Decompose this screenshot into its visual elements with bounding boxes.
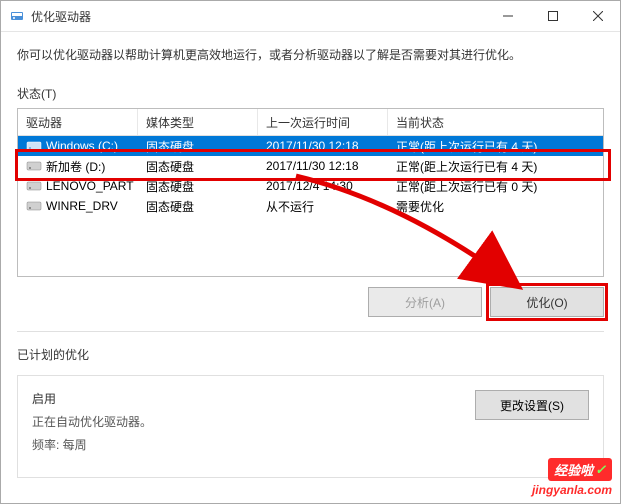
drive-status: 正常(距上次运行已有 4 天) — [388, 158, 603, 175]
drive-name: WINRE_DRV — [46, 199, 118, 213]
drive-status: 需要优化 — [388, 198, 603, 215]
drives-table-header: 驱动器 媒体类型 上一次运行时间 当前状态 — [17, 108, 604, 136]
content-area: 你可以优化驱动器以帮助计算机更高效地运行，或者分析驱动器以了解是否需要对其进行优… — [1, 32, 620, 503]
check-icon: ✓ — [595, 462, 606, 478]
drive-icon — [26, 140, 42, 152]
drive-media: 固态硬盘 — [138, 158, 258, 175]
app-icon — [9, 8, 25, 24]
drive-name: Windows (C:) — [46, 139, 118, 153]
change-settings-button[interactable]: 更改设置(S) — [475, 390, 589, 420]
col-last-run[interactable]: 上一次运行时间 — [258, 109, 388, 135]
drive-last: 从不运行 — [258, 198, 388, 215]
table-row[interactable]: WINRE_DRV 固态硬盘 从不运行 需要优化 — [18, 196, 603, 216]
scheduled-box: 启用 正在自动优化驱动器。 频率: 每周 更改设置(S) — [17, 375, 604, 478]
drive-status: 正常(距上次运行已有 4 天) — [388, 138, 603, 155]
maximize-button[interactable] — [530, 1, 575, 31]
watermark: 经验啦 ✓ jingyanla.com — [532, 458, 612, 497]
analyze-button: 分析(A) — [368, 287, 482, 317]
window-title: 优化驱动器 — [31, 8, 485, 25]
scheduled-freq: 频率: 每周 — [32, 436, 589, 453]
col-current[interactable]: 当前状态 — [388, 109, 603, 135]
col-media[interactable]: 媒体类型 — [138, 109, 258, 135]
drive-last: 2017/11/30 12:18 — [258, 159, 388, 173]
drive-last: 2017/11/30 12:18 — [258, 139, 388, 153]
drive-name: 新加卷 (D:) — [46, 158, 105, 175]
drive-icon — [26, 200, 42, 212]
action-buttons: 分析(A) 优化(O) — [17, 277, 604, 332]
optimize-button[interactable]: 优化(O) — [490, 287, 604, 317]
drive-status: 正常(距上次运行已有 0 天) — [388, 178, 603, 195]
drive-media: 固态硬盘 — [138, 138, 258, 155]
optimize-drives-window: 优化驱动器 你可以优化驱动器以帮助计算机更高效地运行，或者分析驱动器以了解是否需… — [0, 0, 621, 504]
watermark-url: jingyanla.com — [532, 483, 612, 497]
col-drive[interactable]: 驱动器 — [18, 109, 138, 135]
status-label: 状态(T) — [17, 85, 604, 102]
table-row[interactable]: 新加卷 (D:) 固态硬盘 2017/11/30 12:18 正常(距上次运行已… — [18, 156, 603, 176]
drives-table-body: Windows (C:) 固态硬盘 2017/11/30 12:18 正常(距上… — [17, 136, 604, 277]
minimize-button[interactable] — [485, 1, 530, 31]
drive-media: 固态硬盘 — [138, 198, 258, 215]
scheduled-label: 已计划的优化 — [17, 346, 604, 363]
table-row[interactable]: LENOVO_PART 固态硬盘 2017/12/4 14:30 正常(距上次运… — [18, 176, 603, 196]
drive-name: LENOVO_PART — [46, 179, 134, 193]
table-row[interactable]: Windows (C:) 固态硬盘 2017/11/30 12:18 正常(距上… — [18, 136, 603, 156]
drive-icon — [26, 160, 42, 172]
titlebar: 优化驱动器 — [1, 1, 620, 32]
drive-media: 固态硬盘 — [138, 178, 258, 195]
watermark-brand: 经验啦 ✓ — [548, 458, 612, 481]
close-button[interactable] — [575, 1, 620, 31]
drive-icon — [26, 180, 42, 192]
description-text: 你可以优化驱动器以帮助计算机更高效地运行，或者分析驱动器以了解是否需要对其进行优… — [17, 46, 604, 63]
drive-last: 2017/12/4 14:30 — [258, 179, 388, 193]
